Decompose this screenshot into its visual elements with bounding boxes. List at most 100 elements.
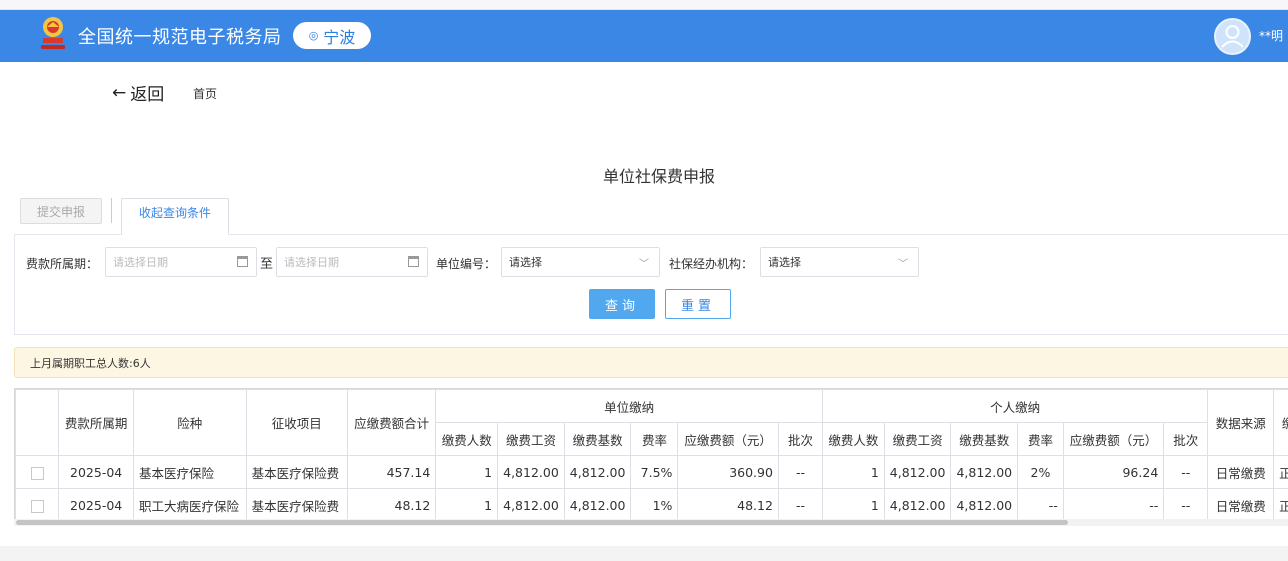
footer-band <box>0 546 1288 561</box>
agency-label: 社保经办机构： <box>669 257 754 271</box>
user-avatar[interactable] <box>1214 18 1251 55</box>
declaration-table: 费款所属期 险种 征收项目 应缴费额合计 单位缴纳 个人缴纳 数据来源 缴 缴费… <box>15 389 1288 522</box>
column-header: 应缴费额（元） <box>1062 422 1165 456</box>
table-cell: 1 <box>821 488 885 522</box>
tax-emblem-logo <box>41 17 65 49</box>
user-name[interactable]: **明 <box>1259 27 1283 44</box>
table-cell: 96.24 <box>1062 455 1165 489</box>
calendar-icon <box>237 256 248 267</box>
column-header: 批次 <box>777 422 823 456</box>
table-cell: 1 <box>435 488 499 522</box>
unit-code-select[interactable]: 请选择 ﹀ <box>501 247 660 277</box>
table-cell: -- <box>1017 488 1064 522</box>
unit-code-label: 单位编号： <box>436 257 497 271</box>
city-label: 宁波 <box>323 27 356 47</box>
table-cell: 正 <box>1273 488 1288 522</box>
column-header: 应缴费额（元） <box>677 422 779 456</box>
column-header: 费率 <box>1017 422 1064 456</box>
table-cell: 基本医疗保险 <box>133 455 247 489</box>
table-cell: 4,812.00 <box>950 488 1019 522</box>
table-cell: 2025-04 <box>58 488 134 522</box>
site-title: 全国统一规范电子税务局 <box>78 27 282 48</box>
notice-text: 上月属期职工总人数:6人 <box>30 356 151 370</box>
table-cell: 4,812.00 <box>497 488 565 522</box>
collapse-query-tab[interactable]: 收起查询条件 <box>121 198 229 235</box>
row-checkbox[interactable] <box>30 466 44 480</box>
chevron-down-icon: ﹀ <box>639 259 649 270</box>
table-cell: 正 <box>1273 455 1288 489</box>
arrow-left-icon: ← <box>112 82 127 103</box>
column-header: 缴费工资 <box>497 422 565 456</box>
user-icon <box>1221 25 1244 48</box>
agency-select[interactable]: 请选择 ﹀ <box>760 247 919 277</box>
table-cell: 457.14 <box>346 455 437 489</box>
table-cell: 1 <box>435 455 499 489</box>
column-header: 征收项目 <box>245 389 348 456</box>
table-cell: -- <box>1163 455 1209 489</box>
chevron-down-icon: ﹀ <box>898 259 908 270</box>
unit-code-value: 请选择 <box>509 256 542 269</box>
reset-button[interactable]: 重置 <box>665 289 731 319</box>
column-header: 险种 <box>133 389 247 456</box>
unit-payment-group-header: 单位缴纳 <box>435 389 823 423</box>
column-header: 缴 <box>1273 389 1288 456</box>
column-header: 数据来源 <box>1207 389 1275 456</box>
column-header: 批次 <box>1163 422 1209 456</box>
table-cell: 基本医疗保险费 <box>245 488 348 522</box>
table-cell: 2025-04 <box>58 455 134 489</box>
top-header-bar: 全国统一规范电子税务局 ◎ 宁波 **明 <box>0 10 1288 62</box>
table-cell: 日常缴费 <box>1207 488 1275 522</box>
table-cell: 职工大病医疗保险 <box>133 488 247 522</box>
page-title: 单位社保费申报 <box>602 167 715 186</box>
row-select-cell <box>15 455 60 489</box>
column-header: 费款所属期 <box>58 389 134 456</box>
city-selector[interactable]: ◎ 宁波 <box>293 22 371 49</box>
browser-bookmark-strip <box>0 0 1288 10</box>
table-cell: -- <box>1062 488 1165 522</box>
table-cell: 2% <box>1017 455 1064 489</box>
column-header: 缴费基数 <box>950 422 1019 456</box>
table-cell: 基本医疗保险费 <box>245 455 348 489</box>
agency-value: 请选择 <box>768 256 801 269</box>
back-button[interactable]: ← 返回 <box>112 80 164 106</box>
breadcrumb-home[interactable]: 首页 <box>193 85 217 102</box>
declaration-table-container: 费款所属期 险种 征收项目 应缴费额合计 单位缴纳 个人缴纳 数据来源 缴 缴费… <box>14 388 1288 526</box>
table-header-row: 费款所属期 险种 征收项目 应缴费额合计 单位缴纳 个人缴纳 数据来源 缴 <box>15 389 1288 456</box>
column-header: 应缴费额合计 <box>346 389 437 456</box>
period-end-date-input[interactable]: 请选择日期 <box>276 247 428 277</box>
calendar-icon <box>408 256 419 267</box>
table-cell: 4,812.00 <box>883 455 952 489</box>
query-filter-panel: 费款所属期： 请选择日期 至 请选择日期 单位编号： 请选择 ﹀ 社保经办机构：… <box>14 234 1288 335</box>
table-cell: 48.12 <box>346 488 437 522</box>
table-cell: 7.5% <box>630 455 679 489</box>
horizontal-scrollbar-thumb[interactable] <box>16 520 1068 525</box>
table-cell: 4,812.00 <box>563 488 632 522</box>
table-cell: 1 <box>821 455 885 489</box>
table-cell: 4,812.00 <box>950 455 1019 489</box>
period-start-placeholder: 请选择日期 <box>113 256 168 269</box>
location-pin-icon: ◎ <box>308 29 319 42</box>
period-label: 费款所属期： <box>26 257 99 271</box>
column-header: 缴费人数 <box>821 422 885 456</box>
table-cell: 1% <box>630 488 679 522</box>
table-cell: -- <box>1163 488 1209 522</box>
column-header: 缴费人数 <box>435 422 499 456</box>
headcount-notice: 上月属期职工总人数:6人 <box>14 347 1288 378</box>
query-button[interactable]: 查询 <box>589 289 655 319</box>
to-label: 至 <box>260 257 274 272</box>
row-select-cell <box>15 488 60 522</box>
period-start-date-input[interactable]: 请选择日期 <box>105 247 257 277</box>
personal-payment-group-header: 个人缴纳 <box>821 389 1209 423</box>
table-row[interactable]: 2025-04 职工大病医疗保险 基本医疗保险费 48.12 1 4,812.0… <box>15 488 1288 522</box>
table-cell: 360.90 <box>677 455 779 489</box>
tab-divider <box>111 198 112 223</box>
table-cell: 日常缴费 <box>1207 455 1275 489</box>
table-cell: 4,812.00 <box>563 455 632 489</box>
table-cell: 4,812.00 <box>883 488 952 522</box>
row-checkbox[interactable] <box>30 499 44 513</box>
submit-declaration-button[interactable]: 提交申报 <box>20 198 102 224</box>
column-header: 费率 <box>630 422 679 456</box>
column-header: 缴费基数 <box>563 422 632 456</box>
table-row[interactable]: 2025-04 基本医疗保险 基本医疗保险费 457.14 1 4,812.00… <box>15 455 1288 489</box>
table-cell: 48.12 <box>677 488 779 522</box>
